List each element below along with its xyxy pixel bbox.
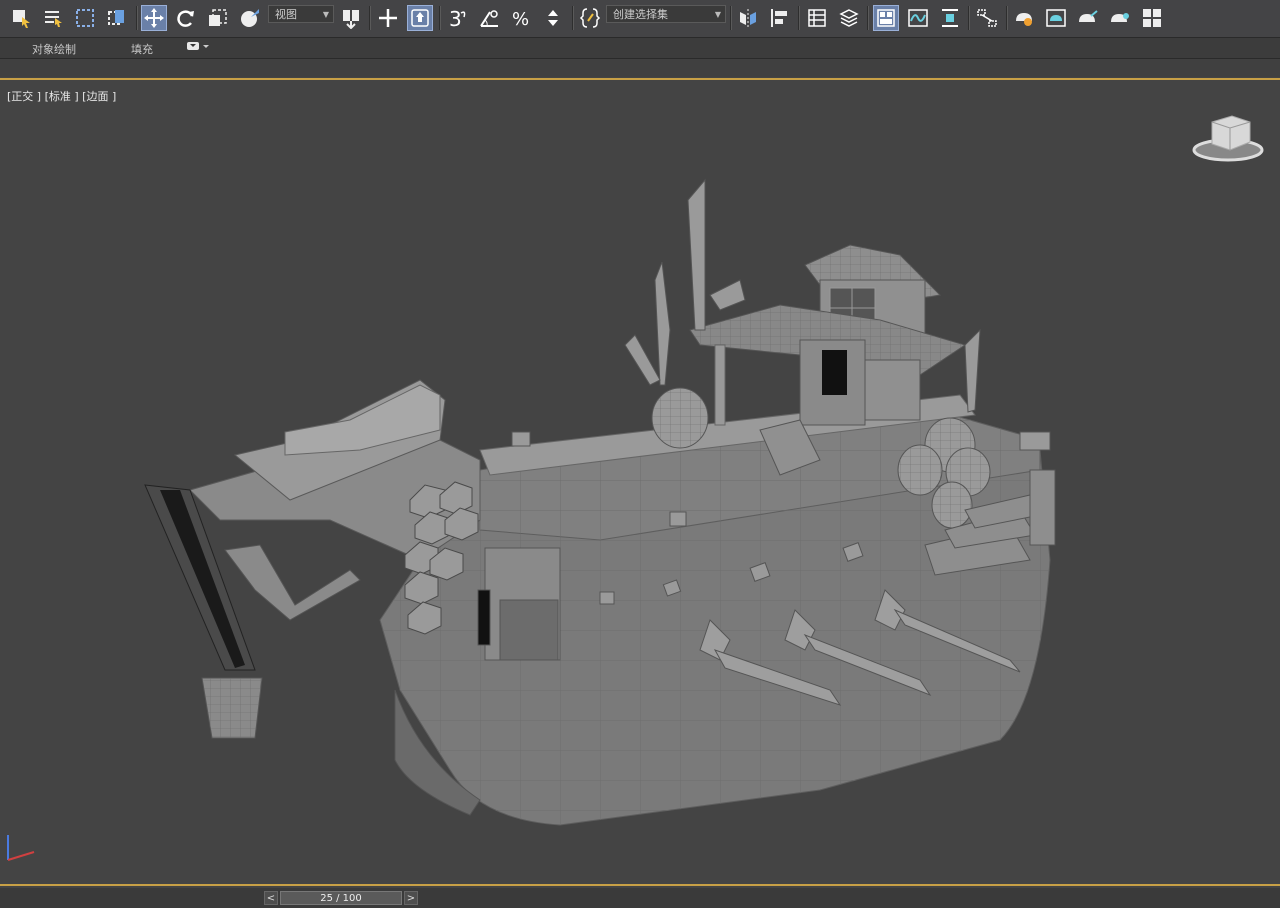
rendered-frame-icon[interactable] (1075, 5, 1101, 31)
align-icon[interactable] (767, 5, 793, 31)
ribbon-panel (0, 59, 1280, 77)
spinner-snap-icon[interactable] (540, 5, 566, 31)
scene-explorer-icon[interactable] (804, 5, 830, 31)
mirror-icon[interactable] (735, 5, 761, 31)
tab-object-paint[interactable]: 对象绘制 (32, 41, 76, 57)
svg-text:3: 3 (449, 7, 462, 29)
chevron-down-icon: ▼ (714, 10, 721, 19)
render-setup-icon[interactable] (1043, 5, 1069, 31)
region-select-icon[interactable] (72, 5, 98, 31)
view-dropdown[interactable]: 视图 ▼ (268, 5, 334, 23)
move-icon[interactable] (141, 5, 167, 31)
keyboard-shortcut-icon[interactable] (375, 5, 401, 31)
ribbon-toggle-icon[interactable] (873, 5, 899, 31)
render-icon[interactable] (1107, 5, 1133, 31)
tab-populate[interactable]: 填充 (131, 41, 153, 57)
snap-3d-icon[interactable]: 3 (444, 5, 470, 31)
curve-editor-icon[interactable] (905, 5, 931, 31)
selection-set-value: 创建选择集 (613, 8, 668, 21)
window-crossing-icon[interactable] (104, 5, 130, 31)
render-active-icon[interactable] (1139, 5, 1165, 31)
next-frame-button[interactable]: > (404, 891, 418, 905)
material-editor-icon[interactable] (1011, 5, 1037, 31)
rotate-icon[interactable] (173, 5, 199, 31)
axis-gizmo (7, 835, 35, 861)
viewcube-icon[interactable] (1192, 115, 1264, 162)
dope-sheet-icon[interactable] (937, 5, 963, 31)
ribbon-options-icon[interactable] (186, 39, 210, 56)
chevron-down-icon: ▼ (322, 10, 329, 19)
time-slider: < 25 / 100 > (0, 888, 1280, 908)
viewport-scene[interactable] (0, 80, 1280, 886)
percent-snap-icon[interactable]: % (508, 5, 534, 31)
schematic-view-icon[interactable] (974, 5, 1000, 31)
pivot-icon[interactable] (338, 5, 364, 31)
selection-set-dropdown[interactable]: 创建选择集 ▼ (606, 5, 726, 23)
select-by-name-icon[interactable] (40, 5, 66, 31)
prev-frame-button[interactable]: < (264, 891, 278, 905)
snap-toggle-icon[interactable] (407, 5, 433, 31)
angle-snap-icon[interactable] (476, 5, 502, 31)
main-toolbar: 视图 ▼ 3 % 创建选择集 ▼ (0, 0, 1280, 38)
layer-explorer-icon[interactable] (836, 5, 862, 31)
view-dropdown-value: 视图 (275, 8, 297, 21)
time-slider-thumb[interactable]: 25 / 100 (280, 891, 402, 905)
scale-icon[interactable] (205, 5, 231, 31)
ribbon-tabs: 对象绘制 填充 (0, 38, 1280, 59)
placement-icon[interactable] (237, 5, 263, 31)
select-object-icon[interactable] (8, 5, 34, 31)
svg-text:%: % (512, 9, 529, 29)
edit-named-sets-icon[interactable] (577, 5, 603, 31)
